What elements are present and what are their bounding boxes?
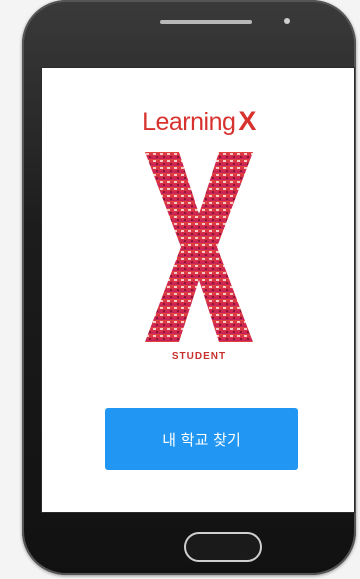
x-logo-icon xyxy=(145,152,253,342)
camera-icon xyxy=(284,18,290,24)
app-title-mark: X xyxy=(238,106,256,136)
app-title-word: Learning xyxy=(142,108,236,136)
speaker-icon xyxy=(160,20,252,24)
app-title: Learning X xyxy=(42,106,356,137)
app-screen: Learning X STUDENT 내 학교 찾기 xyxy=(41,67,355,513)
app-subtitle: STUDENT xyxy=(171,351,227,362)
stage: Learning X STUDENT 내 학교 찾기 xyxy=(0,0,360,579)
find-my-school-button[interactable]: 내 학교 찾기 xyxy=(105,408,298,470)
home-button[interactable] xyxy=(184,532,262,562)
